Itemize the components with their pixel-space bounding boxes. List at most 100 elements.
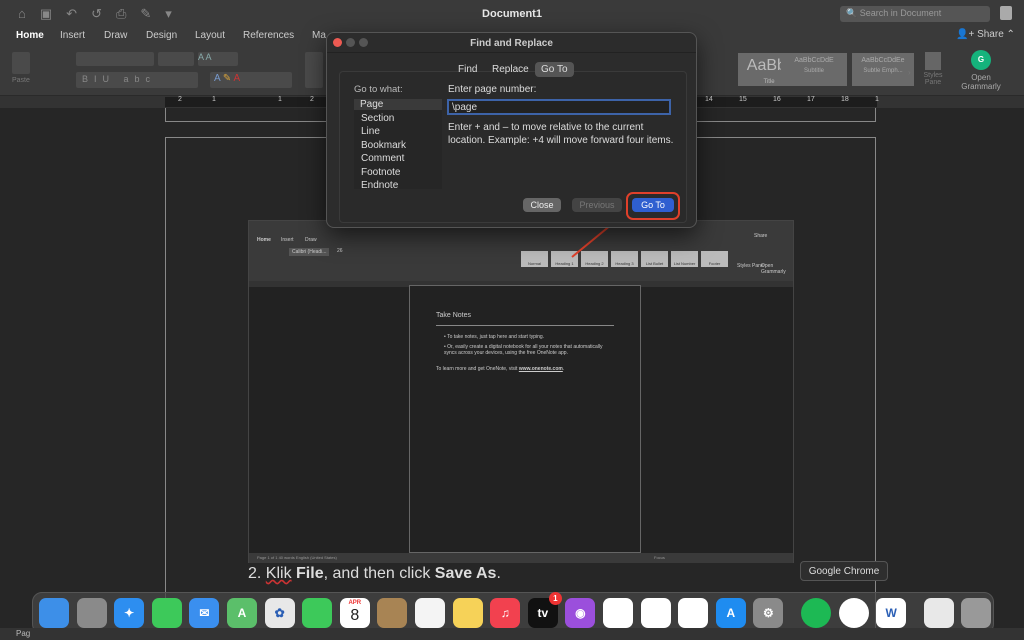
dock-trash-icon[interactable]	[961, 598, 992, 628]
dialog-tab-find[interactable]: Find	[452, 62, 483, 77]
ruler-number: 2	[178, 96, 182, 103]
embedded-status: Page 1 of 1 40 words English (United Sta…	[257, 555, 337, 560]
font-size-select[interactable]	[158, 52, 194, 66]
go-to-item-section[interactable]: Section	[361, 113, 394, 124]
dock-photos-icon[interactable]: ✿	[264, 598, 295, 628]
dock-app-glyph: ♫	[500, 606, 510, 620]
dock-notes-icon[interactable]	[452, 598, 483, 628]
page-number-input[interactable]	[447, 99, 671, 115]
dock-app-store-icon[interactable]: A	[715, 598, 746, 628]
embedded-style-item: List Bullet	[641, 251, 668, 267]
highlighter-icon[interactable]: ✎	[223, 73, 231, 84]
dock-app-glyph: ✿	[274, 606, 285, 620]
share-button[interactable]: 👤+ Share ⌃	[956, 29, 1015, 40]
dock-reminders-icon[interactable]	[415, 598, 445, 628]
bullet-text: Or, easily create a digital notebook for…	[444, 344, 603, 356]
dock-facetime-icon[interactable]	[302, 598, 333, 628]
dock-safari-icon[interactable]: ✦	[114, 598, 145, 628]
dock-messages-icon[interactable]	[151, 598, 182, 628]
tab-ma[interactable]: Ma	[312, 30, 326, 41]
tab-layout[interactable]: Layout	[195, 30, 225, 41]
dock-keynote-icon[interactable]	[603, 598, 633, 628]
dock-tooltip: Google Chrome	[800, 561, 888, 581]
dock-app-glyph: ✉	[199, 606, 210, 620]
dock-word-icon[interactable]: W	[876, 598, 907, 628]
text-effects-icon[interactable]: A	[214, 73, 220, 84]
dialog-tab-replace[interactable]: Replace	[486, 62, 535, 77]
calendar-month: APR	[348, 600, 362, 606]
dock-mail-icon[interactable]: ✉	[189, 598, 220, 628]
dock-chrome-icon[interactable]	[838, 598, 869, 628]
tab-design[interactable]: Design	[146, 30, 177, 41]
tab-draw[interactable]: Draw	[104, 30, 127, 41]
close-window-button[interactable]	[333, 38, 342, 47]
paragraph-icon[interactable]	[305, 52, 323, 88]
styles-pane-button[interactable]: Styles Pane	[922, 52, 944, 86]
tab-references[interactable]: References	[243, 30, 294, 41]
embedded-font-select: Calibri (Headi...	[289, 248, 330, 256]
dock-music-icon[interactable]: ♫	[490, 598, 521, 628]
paste-icon[interactable]	[12, 52, 30, 74]
style-sample: AaBbCcDdEe	[861, 57, 905, 64]
dock-app-glyph: 8	[350, 607, 360, 624]
dock-podcasts-icon[interactable]: ◉	[565, 598, 596, 628]
embedded-style-name: List Bullet	[645, 261, 664, 266]
style-name: Subtitle	[803, 68, 824, 74]
share-label: Share	[977, 29, 1004, 40]
go-to-item-line[interactable]: Line	[361, 126, 380, 137]
go-to-item-comment[interactable]: Comment	[361, 153, 404, 164]
zoom-window-button[interactable]	[359, 38, 368, 47]
dock-spotify-icon[interactable]	[801, 598, 831, 628]
dock-calendar-icon[interactable]: 8 APR	[339, 598, 370, 628]
embedded-footer: To learn more and get OneNote, visit www…	[436, 366, 565, 372]
minimize-window-button[interactable]	[346, 38, 355, 47]
styles-next-icon[interactable]: ›	[908, 68, 911, 77]
paste-label: Paste	[12, 77, 30, 84]
format-buttons-icon[interactable]: BIU abc	[76, 72, 198, 88]
add-person-icon: 👤+	[956, 29, 975, 40]
embedded-style-item: List Number	[671, 251, 698, 267]
user-icon[interactable]	[1000, 6, 1012, 20]
close-button[interactable]: Close	[523, 198, 561, 212]
font-name-select[interactable]	[76, 52, 154, 66]
go-to-item-bookmark[interactable]: Bookmark	[361, 140, 406, 151]
embedded-share: Share	[754, 233, 768, 239]
dock-app-glyph: W	[885, 606, 897, 620]
embedded-tab: Home	[257, 237, 271, 243]
go-to-item-footnote[interactable]: Footnote	[361, 167, 400, 178]
style-gallery-item[interactable]: AaBbCcDdE Subtitle	[781, 53, 847, 86]
dock-document-icon[interactable]	[923, 598, 954, 628]
go-to-item-page[interactable]: Page	[354, 99, 442, 110]
search-input[interactable]: 🔍 Search in Document	[840, 6, 990, 22]
previous-button[interactable]: Previous	[572, 198, 622, 212]
help-text: Enter + and – to move relative to the cu…	[448, 122, 674, 146]
tab-home[interactable]: Home	[16, 30, 44, 41]
dock-contacts-icon[interactable]	[377, 598, 408, 628]
dialog-tab-go-to[interactable]: Go To	[535, 62, 574, 77]
go-to-button[interactable]: Go To	[632, 198, 674, 212]
dock-pages-icon[interactable]	[678, 598, 709, 628]
dock-maps-icon[interactable]: A	[227, 598, 257, 628]
font-color-icon[interactable]: A	[234, 73, 241, 84]
dock-launchpad-icon[interactable]	[76, 598, 107, 628]
tab-insert[interactable]: Insert	[60, 30, 85, 41]
embedded-page: Take Notes • To take notes, just tap her…	[409, 285, 641, 553]
dock-numbers-icon[interactable]	[640, 598, 671, 628]
collapse-ribbon-icon[interactable]: ⌃	[1007, 29, 1015, 40]
font-grow-shrink-icon[interactable]: A A	[198, 52, 238, 66]
style-gallery-item[interactable]: AaBbCcDdEe Subtle Emph...	[852, 53, 914, 86]
ruler-number: 14	[705, 96, 713, 103]
enter-page-label: Enter page number:	[448, 84, 537, 95]
color-buttons[interactable]: A ✎ A	[210, 72, 292, 88]
ruler-number: 15	[739, 96, 747, 103]
open-grammarly-button[interactable]: G Open Grammarly	[955, 50, 1007, 91]
caption-save-as: Save As	[434, 565, 497, 582]
go-to-item-endnote[interactable]: Endnote	[361, 180, 398, 191]
dock-tv-icon[interactable]: tv 1	[527, 592, 562, 628]
dock-system-preferences-icon[interactable]: ⚙	[753, 598, 784, 628]
dock-finder-icon[interactable]	[39, 598, 69, 628]
embedded-bullet: • Or, easily create a digital notebook f…	[444, 344, 603, 356]
ruler-number: 16	[773, 96, 781, 103]
embedded-heading: Take Notes	[436, 312, 614, 326]
ruler-number: 17	[807, 96, 815, 103]
